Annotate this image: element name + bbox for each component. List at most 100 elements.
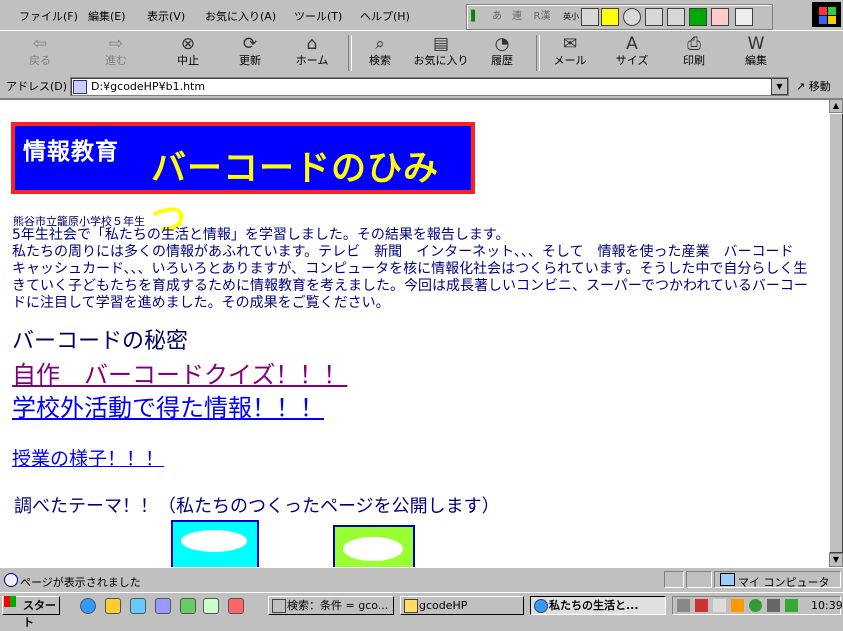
thumbnail-bubble bbox=[181, 530, 247, 552]
menu-help[interactable]: ヘルプ(H) bbox=[360, 8, 410, 24]
banner-subtitle: 情報教育 bbox=[23, 139, 119, 165]
quiz-link[interactable]: 自作 バーコードクイズ！！！ bbox=[12, 355, 347, 390]
printer-icon: ⎙ bbox=[687, 34, 701, 54]
ime-grip-icon[interactable]: ▌ bbox=[471, 9, 479, 24]
address-url: D:¥gcodeHP¥b1.htm bbox=[91, 80, 206, 93]
ime-mode-eisho[interactable]: 英小 bbox=[563, 9, 579, 24]
my-computer-icon bbox=[720, 573, 735, 586]
stop-button[interactable]: ⊗ 中止 bbox=[160, 33, 216, 73]
class-scene-link[interactable]: 授業の様子！！！ bbox=[12, 444, 164, 471]
ime-shield-icon[interactable] bbox=[689, 8, 707, 26]
favorites-button[interactable]: ▤ お気に入り bbox=[408, 33, 474, 73]
task-folder[interactable]: gcodeHP bbox=[400, 596, 524, 615]
history-icon: ◔ bbox=[494, 34, 510, 54]
size-button[interactable]: A サイズ bbox=[604, 33, 660, 73]
security-tray-icon[interactable] bbox=[785, 599, 798, 612]
task-browser[interactable]: 私たちの生活と... bbox=[530, 596, 666, 615]
go-button[interactable]: ↗ 移動 bbox=[796, 78, 831, 94]
mail-button[interactable]: ✉ メール bbox=[542, 33, 598, 73]
network-tray-icon[interactable] bbox=[677, 599, 690, 612]
volume-tray-icon[interactable] bbox=[713, 599, 726, 612]
outlook-quicklaunch-icon[interactable] bbox=[105, 598, 121, 614]
outside-activity-link[interactable]: 学校外活動で得た情報！！！ bbox=[12, 388, 324, 423]
zone-text: マイ コンピュータ bbox=[738, 576, 830, 589]
ime-dictionary-icon[interactable] bbox=[645, 8, 663, 26]
back-arrow-icon: ⇦ bbox=[32, 34, 48, 54]
ime-mode-roman[interactable]: R漢 bbox=[529, 9, 555, 24]
task-search[interactable]: 検索：条件 = gco... bbox=[268, 596, 394, 615]
search-window-icon bbox=[272, 599, 286, 613]
edit-page-icon: W bbox=[747, 34, 765, 54]
home-button[interactable]: ⌂ ホーム bbox=[284, 33, 340, 73]
media-quicklaunch-icon[interactable] bbox=[228, 598, 244, 614]
toolbar-separator bbox=[536, 35, 540, 71]
ime-notepad-icon[interactable] bbox=[711, 8, 729, 26]
menu-bar: ファイル(F) 編集(E) 表示(V) お気に入り(A) ツール(T) ヘルプ(… bbox=[0, 0, 843, 30]
taskbar: スタート 検索：条件 = gco... gcodeHP 私たちの生活と... 1… bbox=[0, 592, 843, 629]
ime-help-icon[interactable] bbox=[735, 8, 753, 26]
ie-quicklaunch-icon[interactable] bbox=[80, 598, 96, 614]
scroll-down-button[interactable]: ▼ bbox=[829, 553, 843, 567]
theme-thumbnail-1[interactable] bbox=[171, 520, 259, 568]
channels-quicklaunch-icon[interactable] bbox=[155, 598, 171, 614]
clock: 10:39 bbox=[811, 599, 843, 612]
forward-button[interactable]: ⇨ 進む bbox=[88, 33, 144, 73]
status-text: ページが表示されました bbox=[20, 576, 141, 589]
search-icon: ⌕ bbox=[375, 34, 385, 54]
thumbnail-bubble bbox=[343, 537, 403, 561]
address-dropdown-button[interactable]: ▼ bbox=[771, 78, 788, 95]
system-tray: 10:39 bbox=[672, 596, 843, 615]
ime-mode-hiragana[interactable]: あ bbox=[489, 9, 505, 24]
app-quicklaunch-icon[interactable] bbox=[180, 598, 196, 614]
menu-favorites[interactable]: お気に入り(A) bbox=[205, 8, 276, 24]
scroll-up-button[interactable]: ▲ bbox=[829, 99, 843, 113]
body-paragraph: 私たちの周りには多くの情報があふれています。テレビ 新聞 インターネット、、、そ… bbox=[12, 244, 808, 311]
stop-icon: ⊗ bbox=[180, 34, 196, 54]
back-button[interactable]: ⇦ 戻る bbox=[12, 33, 68, 73]
home-icon: ⌂ bbox=[306, 34, 318, 54]
edit-button[interactable]: W 編集 bbox=[728, 33, 784, 73]
menu-file[interactable]: ファイル(F) bbox=[19, 8, 78, 24]
tool-quicklaunch-icon[interactable] bbox=[203, 598, 219, 614]
menu-view[interactable]: 表示(V) bbox=[147, 8, 185, 24]
ime-pad-icon[interactable] bbox=[581, 8, 599, 26]
refresh-button[interactable]: ⟳ 更新 bbox=[222, 33, 278, 73]
font-size-icon: A bbox=[626, 34, 638, 54]
printer-tray-icon[interactable] bbox=[767, 599, 780, 612]
windows-flag-icon bbox=[4, 596, 16, 607]
vertical-scrollbar[interactable]: ▲ ▼ bbox=[829, 99, 843, 567]
ime-clock-icon[interactable] bbox=[623, 8, 641, 26]
mail-icon: ✉ bbox=[562, 34, 578, 54]
intro-paragraph: 5年生社会で「私たちの生活と情報」を学習しました。その結果を報告します。 bbox=[12, 227, 510, 243]
history-button[interactable]: ◔ 履歴 bbox=[474, 33, 530, 73]
menu-edit[interactable]: 編集(E) bbox=[88, 8, 126, 24]
windows-logo-icon bbox=[812, 2, 841, 27]
theme-thumbnail-2[interactable] bbox=[333, 525, 415, 568]
desktop-quicklaunch-icon[interactable] bbox=[130, 598, 146, 614]
status-tray-icon[interactable] bbox=[749, 599, 762, 612]
address-label: アドレス(D) bbox=[6, 80, 68, 93]
themes-heading: 調べたテーマ！！（私たちのつくったページを公開します） bbox=[14, 496, 500, 517]
app-tray-icon[interactable] bbox=[731, 599, 744, 612]
address-bar: アドレス(D) D:¥gcodeHP¥b1.htm ▼ ↗ 移動 bbox=[0, 75, 843, 99]
section-heading: バーコードの秘密 bbox=[12, 329, 189, 354]
scroll-thumb[interactable] bbox=[829, 113, 843, 553]
address-input[interactable]: D:¥gcodeHP¥b1.htm bbox=[70, 77, 789, 96]
ime-tool-icon[interactable] bbox=[601, 8, 619, 26]
search-button[interactable]: ⌕ 検索 bbox=[352, 33, 408, 73]
ie-status-icon bbox=[4, 573, 18, 587]
ime-table-icon[interactable] bbox=[667, 8, 685, 26]
favorites-folder-icon: ▤ bbox=[432, 34, 450, 54]
ime-mode-renbun[interactable]: 連 bbox=[509, 9, 525, 24]
page-content: 情報教育 バーコードのひみつ 熊谷市立籠原小学校５年生 5年生社会で「私たちの生… bbox=[0, 99, 829, 568]
refresh-icon: ⟳ bbox=[242, 34, 258, 54]
ime-toolbar: ▌ あ 連 R漢 英小 bbox=[466, 4, 773, 30]
go-arrow-icon: ↗ bbox=[796, 80, 806, 93]
forward-arrow-icon: ⇨ bbox=[108, 34, 124, 54]
status-bar: ページが表示されました マイ コンピュータ bbox=[0, 567, 843, 592]
ie-window-icon bbox=[534, 599, 548, 613]
status-panel bbox=[664, 571, 684, 588]
menu-tools[interactable]: ツール(T) bbox=[294, 8, 342, 24]
print-button[interactable]: ⎙ 印刷 bbox=[666, 33, 722, 73]
ati-tray-icon[interactable] bbox=[695, 599, 708, 612]
